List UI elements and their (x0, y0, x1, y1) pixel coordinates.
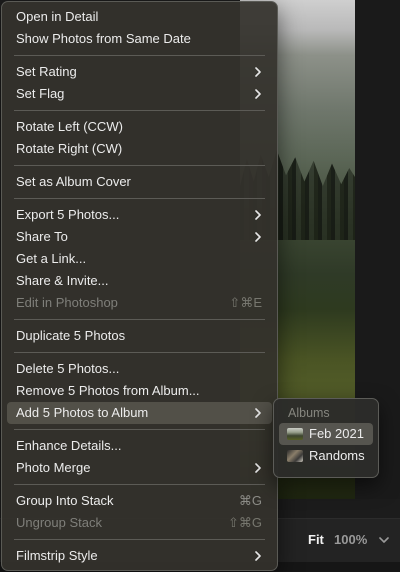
menu-separator (14, 110, 265, 111)
menu-item-label: Export 5 Photos... (16, 207, 120, 222)
menu-separator (14, 55, 265, 56)
chevron-right-icon (255, 408, 261, 418)
menu-item-rotate-right[interactable]: Rotate Right (CW) (7, 138, 272, 160)
albums-submenu: Albums Feb 2021 Randoms (273, 398, 379, 478)
menu-item-add-to-album[interactable]: Add 5 Photos to Album (7, 402, 272, 424)
chevron-right-icon (255, 67, 261, 77)
menu-item-shortcut: ⇧⌘E (229, 295, 262, 310)
menu-item-label: Set Rating (16, 64, 77, 79)
zoom-percent-button[interactable]: 100% (334, 532, 367, 547)
menu-item-share-to[interactable]: Share To (7, 226, 272, 248)
menu-item-set-rating[interactable]: Set Rating (7, 61, 272, 83)
menu-item-label: Share To (16, 229, 68, 244)
menu-item-ungroup-stack: Ungroup Stack ⇧⌘G (7, 512, 272, 534)
menu-item-enhance-details[interactable]: Enhance Details... (7, 435, 272, 457)
zoom-fit-button[interactable]: Fit (308, 532, 324, 547)
menu-separator (14, 198, 265, 199)
album-item-feb-2021[interactable]: Feb 2021 (279, 423, 373, 445)
menu-item-label: Add 5 Photos to Album (16, 405, 149, 420)
menu-item-label: Set as Album Cover (16, 174, 131, 189)
menu-item-label: Enhance Details... (16, 438, 122, 453)
menu-item-label: Photo Merge (16, 460, 91, 475)
menu-item-duplicate-photos[interactable]: Duplicate 5 Photos (7, 325, 272, 347)
albums-submenu-header: Albums (288, 406, 330, 420)
menu-item-label: Rotate Left (CCW) (16, 119, 123, 134)
album-item-label: Randoms (309, 448, 365, 463)
menu-item-edit-in-photoshop: Edit in Photoshop ⇧⌘E (7, 292, 272, 314)
menu-item-show-photos-same-date[interactable]: Show Photos from Same Date (7, 28, 272, 50)
menu-item-delete-photos[interactable]: Delete 5 Photos... (7, 358, 272, 380)
menu-item-group-into-stack[interactable]: Group Into Stack ⌘G (7, 490, 272, 512)
menu-separator (14, 484, 265, 485)
menu-separator (14, 319, 265, 320)
menu-item-label: Filmstrip Style (16, 548, 98, 563)
album-thumbnail (287, 428, 303, 440)
menu-item-label: Duplicate 5 Photos (16, 328, 126, 343)
menu-item-set-album-cover[interactable]: Set as Album Cover (7, 171, 272, 193)
menu-item-remove-from-album[interactable]: Remove 5 Photos from Album... (7, 380, 272, 402)
menu-item-get-link[interactable]: Get a Link... (7, 248, 272, 270)
chevron-right-icon (255, 463, 261, 473)
context-menu: Open in Detail Show Photos from Same Dat… (1, 1, 278, 571)
chevron-right-icon (255, 232, 261, 242)
menu-item-label: Open in Detail (16, 9, 99, 24)
menu-item-share-invite[interactable]: Share & Invite... (7, 270, 272, 292)
menu-item-open-in-detail[interactable]: Open in Detail (7, 6, 272, 28)
menu-item-rotate-left[interactable]: Rotate Left (CCW) (7, 116, 272, 138)
menu-item-label: Share & Invite... (16, 273, 109, 288)
menu-item-filmstrip-style[interactable]: Filmstrip Style (7, 545, 272, 567)
menu-item-export-photos[interactable]: Export 5 Photos... (7, 204, 272, 226)
album-item-label: Feb 2021 (309, 426, 364, 441)
chevron-right-icon (255, 89, 261, 99)
menu-item-label: Show Photos from Same Date (16, 31, 191, 46)
menu-item-label: Get a Link... (16, 251, 87, 266)
menu-item-label: Remove 5 Photos from Album... (16, 383, 200, 398)
album-item-randoms[interactable]: Randoms (279, 445, 373, 467)
menu-separator (14, 165, 265, 166)
menu-item-shortcut: ⇧⌘G (227, 515, 262, 530)
menu-item-label: Delete 5 Photos... (16, 361, 120, 376)
chevron-right-icon (255, 551, 261, 561)
menu-item-label: Ungroup Stack (16, 515, 102, 530)
chevron-down-icon[interactable] (378, 534, 390, 546)
menu-item-set-flag[interactable]: Set Flag (7, 83, 272, 105)
menu-item-shortcut: ⌘G (238, 493, 262, 508)
menu-item-label: Edit in Photoshop (16, 295, 118, 310)
menu-separator (14, 352, 265, 353)
menu-item-label: Group Into Stack (16, 493, 114, 508)
chevron-right-icon (255, 210, 261, 220)
menu-item-photo-merge[interactable]: Photo Merge (7, 457, 272, 479)
menu-separator (14, 539, 265, 540)
menu-separator (14, 429, 265, 430)
album-thumbnail (287, 450, 303, 462)
menu-item-label: Rotate Right (CW) (16, 141, 123, 156)
menu-item-label: Set Flag (16, 86, 65, 101)
